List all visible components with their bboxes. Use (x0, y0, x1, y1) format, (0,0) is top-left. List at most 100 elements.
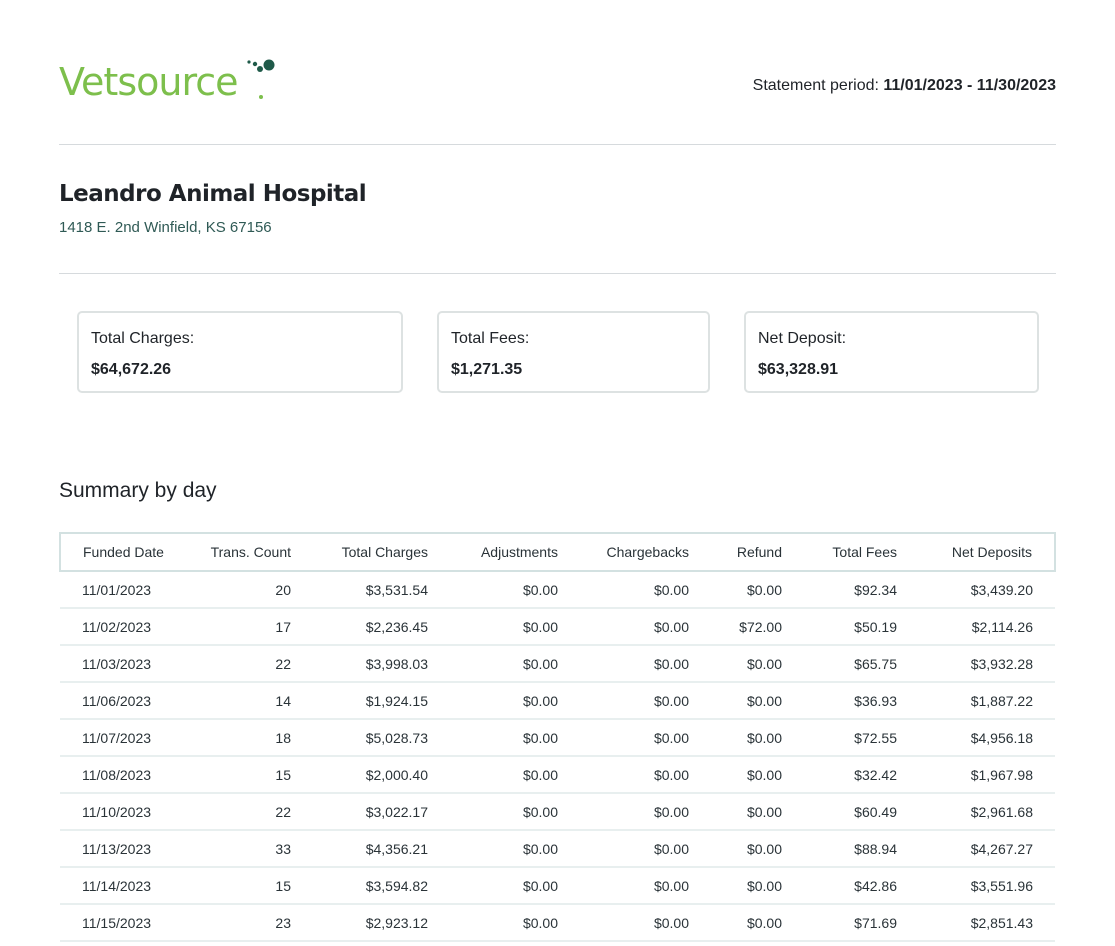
cell-net-deposits: $1,967.98 (907, 756, 1055, 794)
col-chargebacks: Chargebacks (568, 532, 699, 572)
cell-trans-count: 15 (190, 756, 301, 794)
cell-chargebacks: $0.00 (568, 571, 699, 609)
statement-period: Statement period: 11/01/2023 - 11/30/202… (753, 77, 1056, 95)
cell-trans-count: 15 (190, 867, 301, 905)
table-row: 11/13/2023 33 $4,356.21 $0.00 $0.00 $0.00 $88.… (60, 830, 1055, 868)
table-row: 11/10/2023 22 $3,022.17 $0.00 $0.00 $0.00 $60.… (60, 793, 1055, 831)
total-charges-label: Total Charges: (91, 330, 195, 347)
cell-net-deposits: $3,439.20 (907, 571, 1055, 609)
col-refund: Refund (699, 532, 792, 572)
cell-total-charges: $5,028.73 (301, 719, 438, 757)
cell-refund: $0.00 (699, 756, 792, 794)
cell-total-fees: $88.94 (792, 830, 907, 868)
cell-chargebacks: $0.00 (568, 793, 699, 831)
cell-total-fees: $92.34 (792, 571, 907, 609)
net-deposit-card: Net Deposit: $63,328.91 (744, 311, 1039, 393)
cell-trans-count: 18 (190, 719, 301, 757)
total-fees-label: Total Fees: (451, 330, 530, 347)
table-row: 11/03/2023 22 $3,998.03 $0.00 $0.00 $0.00 $65.… (60, 645, 1055, 683)
cell-trans-count: 33 (190, 830, 301, 868)
cell-net-deposits: $2,851.43 (907, 904, 1055, 942)
cell-chargebacks: $0.00 (568, 719, 699, 757)
table-row: 11/14/2023 15 $3,594.82 $0.00 $0.00 $0.00 $42.… (60, 867, 1055, 905)
cell-refund: $0.00 (699, 645, 792, 683)
cell-chargebacks: $0.00 (568, 756, 699, 794)
clinic-address: 1418 E. 2nd Winfield, KS 67156 (59, 219, 272, 236)
cell-refund: $0.00 (699, 719, 792, 757)
cell-funded-date: 11/13/2023 (60, 830, 190, 868)
cell-adjustments: $0.00 (438, 571, 568, 609)
cell-funded-date: 11/14/2023 (60, 867, 190, 905)
table-row: 11/01/2023 20 $3,531.54 $0.00 $0.00 $0.00 $92.… (60, 571, 1055, 609)
cell-funded-date: 11/15/2023 (60, 904, 190, 942)
total-fees-value: $1,271.35 (451, 361, 523, 378)
cell-funded-date: 11/07/2023 (60, 719, 190, 757)
cell-adjustments: $0.00 (438, 830, 568, 868)
cell-adjustments: $0.00 (438, 867, 568, 905)
statement-header: Vetsource Statement period: 11/01/2023 -… (59, 55, 1056, 115)
net-deposit-label: Net Deposit: (758, 330, 847, 347)
cell-refund: $0.00 (699, 793, 792, 831)
col-net-deposits: Net Deposits (907, 532, 1056, 572)
cell-total-charges: $3,531.54 (301, 571, 438, 609)
col-adjustments: Adjustments (438, 532, 568, 572)
net-deposit-value: $63,328.91 (758, 361, 839, 378)
cell-total-fees: $50.19 (792, 608, 907, 646)
cell-total-fees: $36.93 (792, 682, 907, 720)
cell-net-deposits: $3,932.28 (907, 645, 1055, 683)
cell-total-fees: $65.75 (792, 645, 907, 683)
table-row: 11/02/2023 17 $2,236.45 $0.00 $0.00 $72.00 $50… (60, 608, 1055, 646)
cell-refund: $0.00 (699, 830, 792, 868)
cell-trans-count: 14 (190, 682, 301, 720)
cell-total-charges: $2,000.40 (301, 756, 438, 794)
cell-funded-date: 11/02/2023 (60, 608, 190, 646)
cell-refund: $0.00 (699, 682, 792, 720)
clinic-name: Leandro Animal Hospital (59, 181, 367, 207)
cell-trans-count: 23 (190, 904, 301, 942)
cell-trans-count: 20 (190, 571, 301, 609)
cell-total-fees: $72.55 (792, 719, 907, 757)
total-charges-value: $64,672.26 (91, 361, 172, 378)
cell-total-charges: $3,022.17 (301, 793, 438, 831)
cell-refund: $0.00 (699, 904, 792, 942)
cell-chargebacks: $0.00 (568, 830, 699, 868)
col-trans-count: Trans. Count (190, 532, 301, 572)
col-total-fees: Total Fees (792, 532, 907, 572)
table-header-row: Funded Date Trans. Count Total Charges A… (59, 532, 1056, 572)
total-charges-card: Total Charges: $64,672.26 (77, 311, 403, 393)
cell-adjustments: $0.00 (438, 608, 568, 646)
cell-total-charges: $1,924.15 (301, 682, 438, 720)
logo-dots-icon (247, 59, 275, 99)
col-total-charges: Total Charges (301, 532, 438, 572)
table-row: 11/08/2023 15 $2,000.40 $0.00 $0.00 $0.00 $32.… (60, 756, 1055, 794)
cell-total-charges: $3,594.82 (301, 867, 438, 905)
cell-total-fees: $32.42 (792, 756, 907, 794)
summary-by-day-title: Summary by day (59, 479, 217, 502)
cell-funded-date: 11/03/2023 (60, 645, 190, 683)
cell-chargebacks: $0.00 (568, 867, 699, 905)
cell-adjustments: $0.00 (438, 756, 568, 794)
statement-period-label: Statement period: (752, 77, 879, 94)
cell-total-charges: $2,923.12 (301, 904, 438, 942)
total-fees-card: Total Fees: $1,271.35 (437, 311, 710, 393)
cell-trans-count: 22 (190, 793, 301, 831)
cell-funded-date: 11/06/2023 (60, 682, 190, 720)
cell-net-deposits: $2,961.68 (907, 793, 1055, 831)
cell-adjustments: $0.00 (438, 904, 568, 942)
cell-total-fees: $71.69 (792, 904, 907, 942)
summary-by-day-table: Funded Date Trans. Count Total Charges A… (59, 532, 1056, 942)
cell-chargebacks: $0.00 (568, 904, 699, 942)
cell-funded-date: 11/08/2023 (60, 756, 190, 794)
cell-chargebacks: $0.00 (568, 645, 699, 683)
cell-total-fees: $60.49 (792, 793, 907, 831)
statement-period-value: 11/01/2023 - 11/30/2023 (883, 77, 1056, 94)
cell-net-deposits: $4,267.27 (907, 830, 1055, 868)
cell-refund: $0.00 (699, 867, 792, 905)
col-funded-date: Funded Date (59, 532, 190, 572)
divider (59, 273, 1056, 274)
cell-funded-date: 11/10/2023 (60, 793, 190, 831)
cell-total-charges: $4,356.21 (301, 830, 438, 868)
table-row: 11/15/2023 23 $2,923.12 $0.00 $0.00 $0.00 $71.… (60, 904, 1055, 942)
cell-chargebacks: $0.00 (568, 608, 699, 646)
cell-adjustments: $0.00 (438, 719, 568, 757)
